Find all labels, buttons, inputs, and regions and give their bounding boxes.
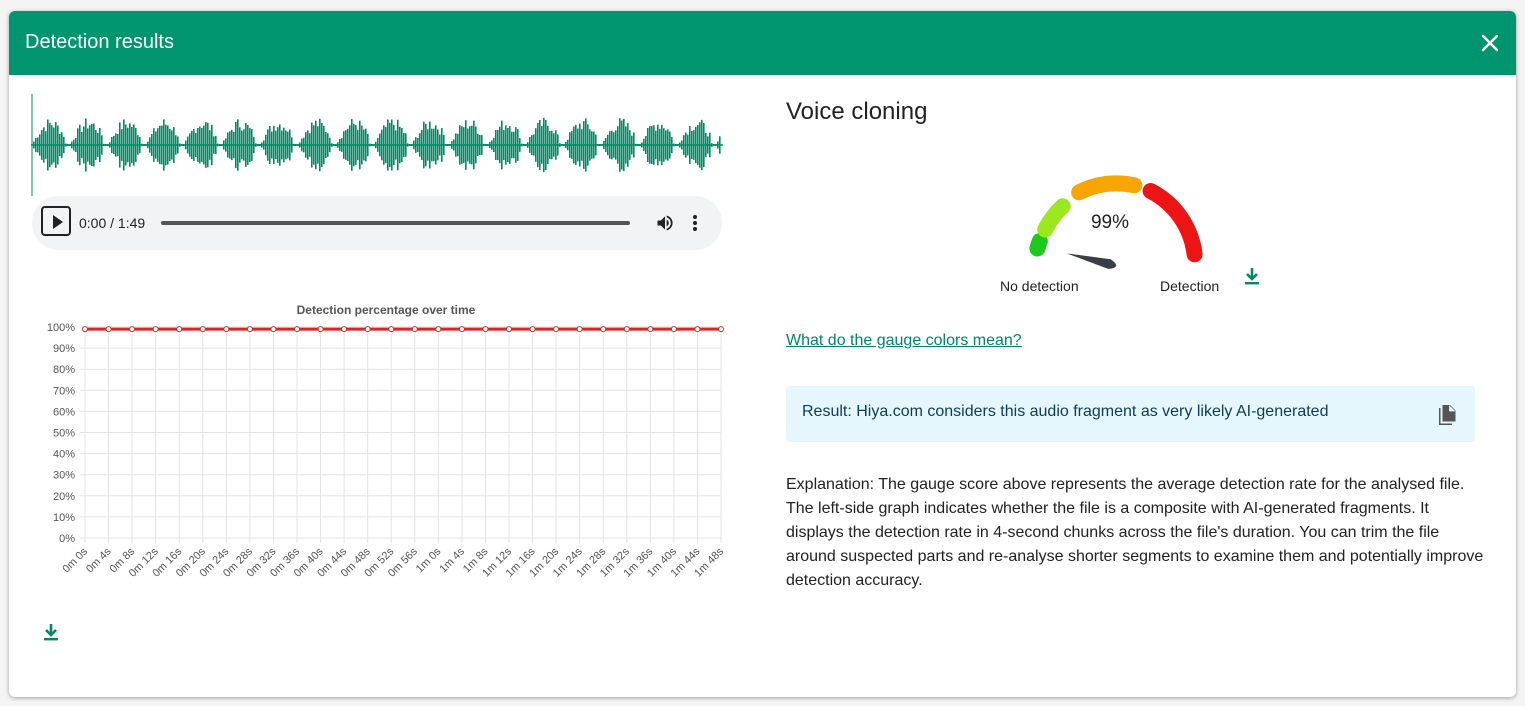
time-display: 0:00 / 1:49 [79,215,146,231]
more-vert-icon [693,215,697,231]
more-options-button[interactable] [691,213,699,238]
chart-data-point [364,326,371,333]
chart-data-point [458,326,465,333]
chart-y-tick-label: 0% [59,533,75,545]
copy-result-button[interactable] [1436,404,1458,433]
chart-data-point [223,326,230,333]
chart-x-tick-label: 0m 0s [60,545,90,575]
chart-data-point [129,326,136,333]
section-title: Voice cloning [786,98,928,125]
chart-data-point [482,326,489,333]
copy-icon [1439,405,1456,425]
detection-chart: Detection percentage over time 0% 10% 20% 3… [47,303,725,580]
chart-y-tick-label: 90% [53,343,75,355]
volume-icon [657,215,673,231]
result-alert: Result: Hiya.com considers this audio fr… [786,386,1475,442]
chart-y-tick-label: 40% [53,449,75,461]
chart-data-point [718,326,724,333]
chart-x-tick-label: 1m 4s [437,545,467,575]
seek-bar[interactable] [161,221,630,225]
chart-data-point [600,326,607,333]
chart-y-tick-label: 20% [53,491,75,503]
result-text: Result: Hiya.com considers this audio fr… [802,403,1329,420]
chart-data-point [317,326,324,333]
chart-y-tick-label: 10% [53,512,75,524]
chart-data-point [670,326,677,333]
gauge-segment-orange [1071,175,1143,201]
chart-data-point [529,326,536,333]
chart-data-point [341,326,348,333]
gauge-segment-green [1029,233,1048,257]
chart-data-point [199,326,206,333]
chart-download-button[interactable] [42,622,60,647]
chart-y-tick-label: 80% [53,364,75,376]
download-icon [1245,268,1259,285]
chart-data-point [576,326,583,333]
chart-x-tick-label: 1m 0s [414,545,444,575]
download-icon [44,624,58,641]
audio-player: 0:00 / 1:49 [32,196,722,250]
chart-data-point [294,326,300,333]
chart-y-tick-label: 100% [47,322,75,334]
chart-data-point [553,326,560,333]
chart-data-point [623,326,630,333]
chart-data-point [105,326,112,333]
chart-data-point [694,326,701,333]
gauge-download-button[interactable] [1243,266,1261,291]
chart-data-point [246,326,253,333]
chart-data-point [388,326,395,333]
gauge-label-detection: Detection [1160,278,1220,294]
chart-y-tick-label: 60% [53,406,75,418]
close-button[interactable] [1476,29,1504,57]
chart-data-point [82,326,88,333]
dialog-title: Detection results [25,31,174,53]
chart-data-point [435,326,442,333]
gauge-needle [1066,253,1117,269]
audio-waveform[interactable] [31,94,723,196]
dialog-header: Detection results [9,11,1516,75]
gauge-label-no-detection: No detection [1000,278,1079,294]
gauge-value: 99% [1090,212,1130,233]
chart-data-point [152,326,159,333]
play-icon [53,215,63,229]
chart-y-tick-label: 50% [53,428,75,440]
volume-button[interactable] [655,213,675,238]
chart-title: Detection percentage over time [297,303,476,317]
chart-data-point [270,326,277,333]
close-icon [1481,34,1499,52]
chart-data-point [411,326,418,333]
chart-y-tick-label: 70% [53,385,75,397]
chart-data-point [506,326,512,333]
explanation-text: Explanation: The gauge score above repre… [786,476,1484,589]
play-button[interactable] [41,206,71,236]
chart-data-point [647,326,654,333]
chart-x-tick-label: 0m 4s [84,545,114,575]
gauge-colors-help-link[interactable]: What do the gauge colors mean? [786,332,1022,350]
chart-y-tick-label: 30% [53,470,75,482]
chart-data-point [176,326,183,333]
